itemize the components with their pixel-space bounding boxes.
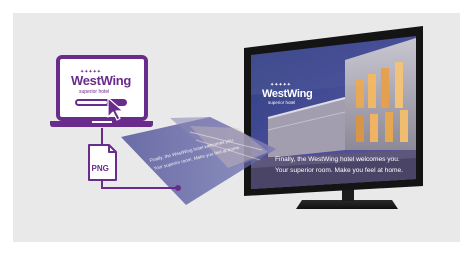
tv-message-line-2: Your superior room. Make you feel at hom… [275, 167, 403, 174]
svg-text:superior hotel: superior hotel [268, 100, 295, 105]
progress-bar [75, 99, 127, 106]
svg-text:PNG: PNG [92, 164, 109, 173]
illustration: ✦✦✦✦✦ WestWing superior hotel Finally, t… [0, 0, 471, 254]
tv-message-line-1: Finally, the WestWing hotel welcomes you… [275, 156, 400, 163]
svg-text:WestWing: WestWing [262, 88, 312, 100]
tv-icon: ✦✦✦✦✦ WestWing superior hotel Finally, t… [244, 26, 423, 209]
illustration-svg: ✦✦✦✦✦ WestWing superior hotel Finally, t… [50, 26, 423, 209]
svg-text:superior hotel: superior hotel [79, 89, 109, 95]
file-png-icon: PNG [88, 144, 117, 181]
svg-text:WestWing: WestWing [71, 73, 131, 88]
